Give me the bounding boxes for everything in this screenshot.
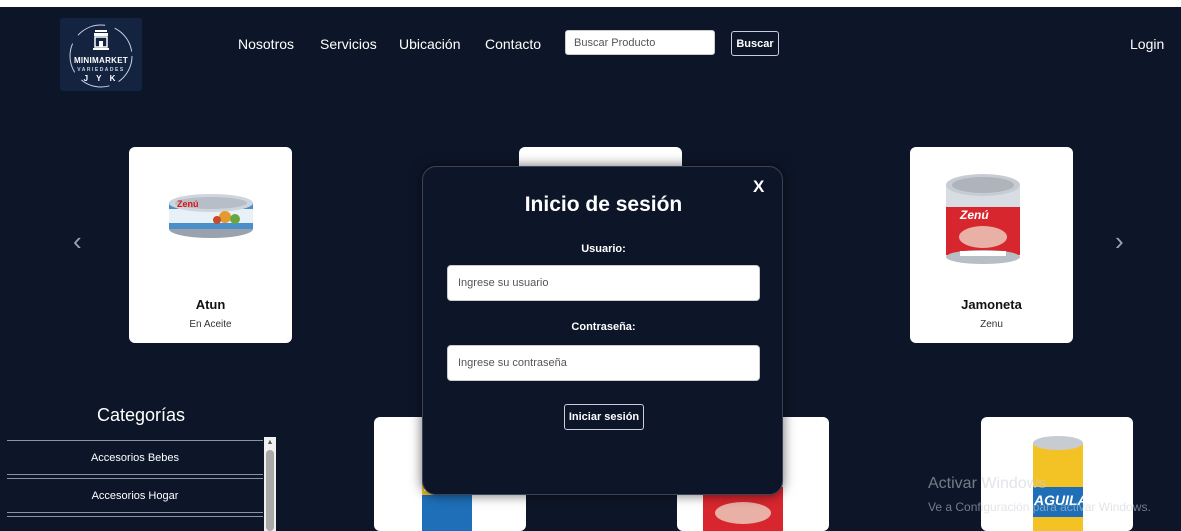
brand-logo[interactable]: MINIMARKET VARIEDADES J Y K [60,18,142,91]
svg-text:Zenú: Zenú [177,199,199,209]
login-submit-button[interactable]: Iniciar sesión [564,404,644,430]
login-link[interactable]: Login [1130,36,1164,52]
svg-text:Zenú: Zenú [959,208,989,222]
watermark-subtitle: Ve a Configuración para activar Windows. [928,500,1151,514]
search-button[interactable]: Buscar [731,31,779,56]
search-input[interactable] [565,30,715,55]
top-strip [0,0,1181,7]
logo-initials: J Y K [83,74,119,83]
scroll-thumb[interactable] [266,450,274,531]
product-title: Atun [195,297,226,312]
watermark-title: Activar Windows [928,475,1047,492]
product-card-jamoneta[interactable]: Zenú Jamoneta Zenu [910,147,1073,343]
tuna-can-image: Zenú [169,194,253,238]
nav-link-services[interactable]: Servicios [320,36,377,52]
logo-subtitle: VARIEDADES [77,67,125,73]
category-item[interactable]: Accesorios Bebes [7,440,263,475]
categories-scrollbar[interactable]: ▲ [264,437,276,531]
chevron-left-icon[interactable]: ‹ [73,228,82,254]
scroll-up-icon[interactable]: ▲ [264,437,276,447]
password-label: Contraseña: [571,321,636,333]
product-subtitle: Zenu [980,319,1003,330]
username-label: Usuario: [581,243,626,255]
nav-link-about[interactable]: Nosotros [238,36,294,52]
category-item[interactable] [7,516,263,531]
page: MINIMARKET VARIEDADES J Y K Nosotros Ser… [0,0,1181,531]
product-card-atun[interactable]: Zenú Atun En Aceite [129,147,292,343]
jamoneta-can-image: Zenú [946,174,1020,264]
categories-list[interactable]: Accesorios Bebes Accesorios Hogar [7,440,263,531]
logo-name: MINIMARKET [73,56,129,65]
product-title: Jamoneta [961,297,1022,312]
nav-link-contact[interactable]: Contacto [485,36,541,52]
username-field[interactable] [447,265,760,301]
nav-link-location[interactable]: Ubicación [399,36,460,52]
chevron-right-icon[interactable]: › [1115,228,1124,254]
categories-title: Categorías [97,405,186,425]
login-modal: X Inicio de sesión Usuario: Contraseña: … [422,166,783,495]
category-item[interactable]: Accesorios Hogar [7,478,263,513]
modal-title: Inicio de sesión [524,193,683,216]
product-subtitle: En Aceite [189,319,232,330]
password-field[interactable] [447,345,760,381]
